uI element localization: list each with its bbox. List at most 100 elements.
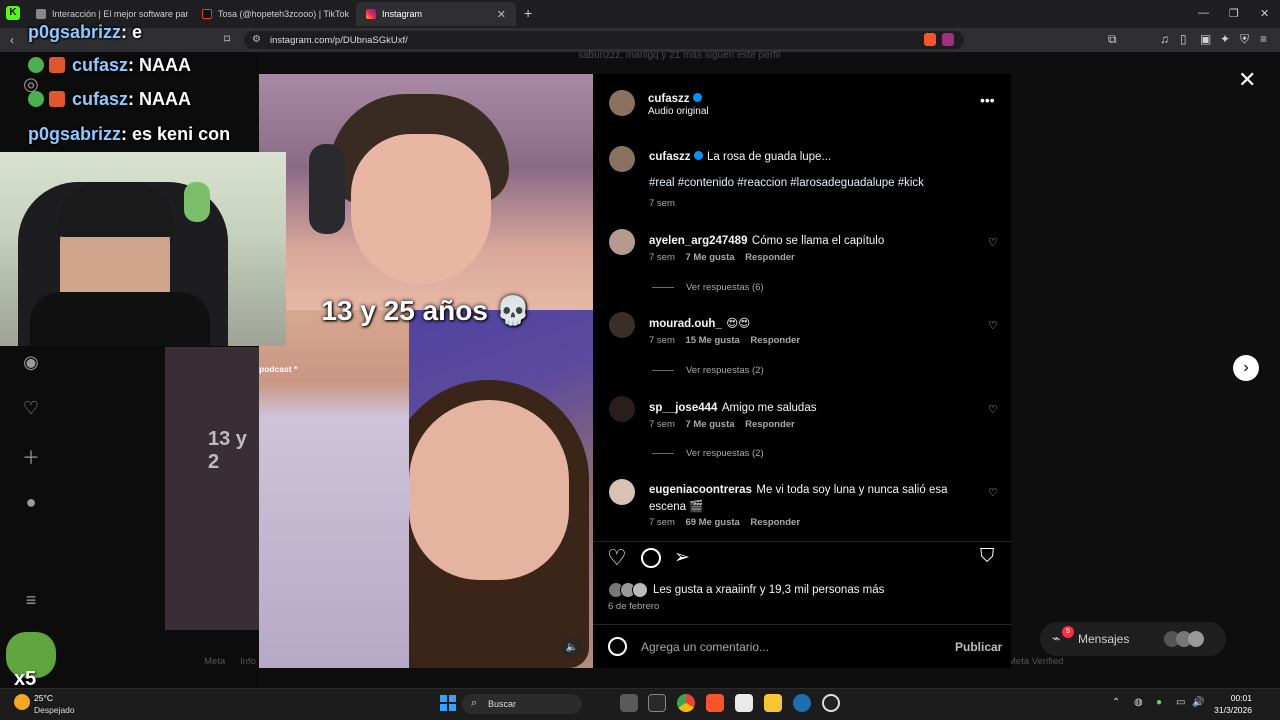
audio-toggle-button[interactable]: 🔈 [562, 637, 582, 657]
video-frame-bottom [259, 310, 593, 668]
post-date: 6 de febrero [608, 601, 660, 612]
footer-link-info[interactable]: Info [240, 656, 256, 667]
tab-label: Tosa (@hopeteh3zcooo) | TikTok [218, 9, 350, 19]
discord-icon[interactable]: ◍ [1134, 697, 1143, 708]
author-avatar[interactable] [609, 90, 635, 116]
view-replies-button[interactable]: Ver respuestas (6) [652, 282, 764, 293]
address-field[interactable]: ⚙ instagram.com/p/DUbnaSGkUxf/ [244, 31, 964, 49]
windows-taskbar [0, 688, 1280, 720]
save-icon[interactable]: ⛉ [980, 546, 994, 568]
share-icon[interactable]: ➢ [674, 546, 690, 569]
caption-avatar[interactable] [609, 146, 635, 172]
more-menu-icon[interactable]: ≡ [20, 590, 42, 611]
background-video-thumbnail [165, 347, 259, 630]
comment-1-meta: 7 sem 7 Me gusta Responder [649, 252, 795, 263]
comment-like-icon[interactable]: ♡ [988, 236, 998, 249]
kick-icon[interactable]: K [6, 6, 20, 20]
taskbar-search[interactable]: ⌕ Buscar [462, 694, 582, 714]
leo-icon[interactable]: ✦ [1220, 33, 1230, 45]
comment-likes[interactable]: 69 Me gusta [685, 517, 739, 528]
view-replies-button[interactable]: Ver respuestas (2) [652, 365, 764, 376]
store-icon[interactable] [735, 694, 753, 712]
brave-icon[interactable] [706, 694, 724, 712]
likes-summary[interactable]: Les gusta a xraaiinfr y 19,3 mil persona… [653, 584, 884, 596]
footer-link-meta[interactable]: Meta [204, 656, 225, 667]
epic-games-icon[interactable] [648, 694, 666, 712]
tab-label: Instagram [382, 9, 423, 19]
like-icon[interactable]: ♡ [607, 545, 627, 571]
close-tab-icon[interactable]: ✕ [497, 8, 506, 21]
file-explorer-icon[interactable] [764, 694, 782, 712]
chrome-icon[interactable] [677, 694, 695, 712]
weather-temp[interactable]: 25°C [34, 693, 53, 703]
liker-avatars[interactable] [608, 582, 650, 598]
comment-avatar[interactable] [609, 479, 635, 505]
comment-avatar[interactable] [609, 396, 635, 422]
tab-instagram[interactable]: Instagram ✕ [356, 2, 516, 26]
menu-icon[interactable]: ≡ [1260, 33, 1267, 45]
minimize-button[interactable]: — [1198, 7, 1209, 19]
caption-hashtags[interactable]: #real #contenido #reaccion #larosadeguad… [649, 177, 924, 189]
author-username[interactable]: cufaszz [648, 89, 702, 107]
rewards-icon[interactable] [942, 33, 954, 46]
steam-icon[interactable] [793, 694, 811, 712]
task-view-icon[interactable] [620, 694, 638, 712]
comment-2-meta: 7 sem 15 Me gusta Responder [649, 335, 801, 346]
emoji-icon[interactable] [608, 637, 627, 656]
start-button[interactable] [440, 695, 456, 711]
next-post-button[interactable]: › [1233, 355, 1259, 381]
reply-button[interactable]: Responder [750, 335, 800, 346]
comment-avatar[interactable] [609, 229, 635, 255]
comment-4: eugeniacoontreras Me vi toda soy luna y … [649, 484, 948, 513]
microphone-icon[interactable]: ● [1156, 697, 1162, 708]
clock-date[interactable]: 31/3/2026 [1212, 705, 1252, 715]
chat-message: cufasz: NAAA [72, 55, 192, 75]
background-follow-hint: sabunzzz, marilgq y 21 más siguen este p… [578, 50, 781, 61]
view-replies-button[interactable]: Ver respuestas (2) [652, 448, 764, 459]
comment-icon[interactable] [641, 548, 661, 568]
footer-link-meta-verified[interactable]: Meta Verified [1008, 656, 1063, 667]
reply-button[interactable]: Responder [745, 419, 795, 430]
reply-button[interactable]: Responder [745, 252, 795, 263]
profile-avatar[interactable]: ● [20, 492, 42, 513]
sidebar-icon[interactable]: ▯ [1180, 33, 1187, 45]
comment-input[interactable]: Agrega un comentario... [641, 640, 931, 654]
tray-expand-icon[interactable]: ⌃ [1112, 697, 1120, 708]
music-icon[interactable]: ♫ [1160, 33, 1169, 45]
comment-likes[interactable]: 7 Me gusta [685, 419, 734, 430]
comment-like-icon[interactable]: ♡ [988, 403, 998, 416]
comment-like-icon[interactable]: ♡ [988, 486, 998, 499]
network-icon[interactable]: ▭ [1176, 697, 1185, 708]
close-modal-icon[interactable]: ✕ [1238, 67, 1256, 93]
create-icon[interactable]: ＋ [20, 444, 42, 470]
wallet-icon[interactable]: ▣ [1200, 33, 1211, 45]
notifications-icon[interactable]: ♡ [20, 398, 42, 419]
reel-video[interactable]: podcast * [259, 74, 593, 668]
close-window-button[interactable]: ✕ [1260, 7, 1269, 20]
more-options-icon[interactable]: ••• [980, 92, 995, 108]
audio-link[interactable]: Audio original [648, 106, 709, 117]
subscriber-badge-icon [49, 57, 65, 73]
clock-time[interactable]: 00:01 [1226, 693, 1252, 703]
volume-icon[interactable]: 🔊 [1192, 697, 1204, 708]
verified-badge-icon [28, 57, 44, 73]
new-tab-button[interactable]: + [524, 5, 532, 21]
maximize-button[interactable]: ❐ [1229, 7, 1239, 20]
weather-desc[interactable]: Despejado [34, 705, 75, 715]
shield-icon[interactable]: ⛨ [1240, 33, 1249, 45]
explore-icon[interactable]: ◉ [20, 352, 42, 373]
reply-button[interactable]: Responder [750, 517, 800, 528]
brave-shield-icon[interactable] [924, 33, 936, 46]
comment-1: ayelen_arg247489 Cómo se llama el capítu… [649, 235, 885, 247]
comment-3: sp__jose444 Amigo me saludas [649, 402, 817, 414]
extensions-icon[interactable]: ⧉ [1108, 33, 1117, 45]
obs-icon[interactable] [822, 694, 840, 712]
comment-avatar[interactable] [609, 312, 635, 338]
comment-likes[interactable]: 15 Me gusta [685, 335, 739, 346]
weather-icon[interactable] [14, 694, 30, 710]
video-caption: 13 y 25 años 💀 [321, 295, 531, 326]
verified-badge-icon [692, 93, 702, 103]
publish-button[interactable]: Publicar [955, 640, 1002, 654]
comment-like-icon[interactable]: ♡ [988, 319, 998, 332]
comment-likes[interactable]: 7 Me gusta [685, 252, 734, 263]
